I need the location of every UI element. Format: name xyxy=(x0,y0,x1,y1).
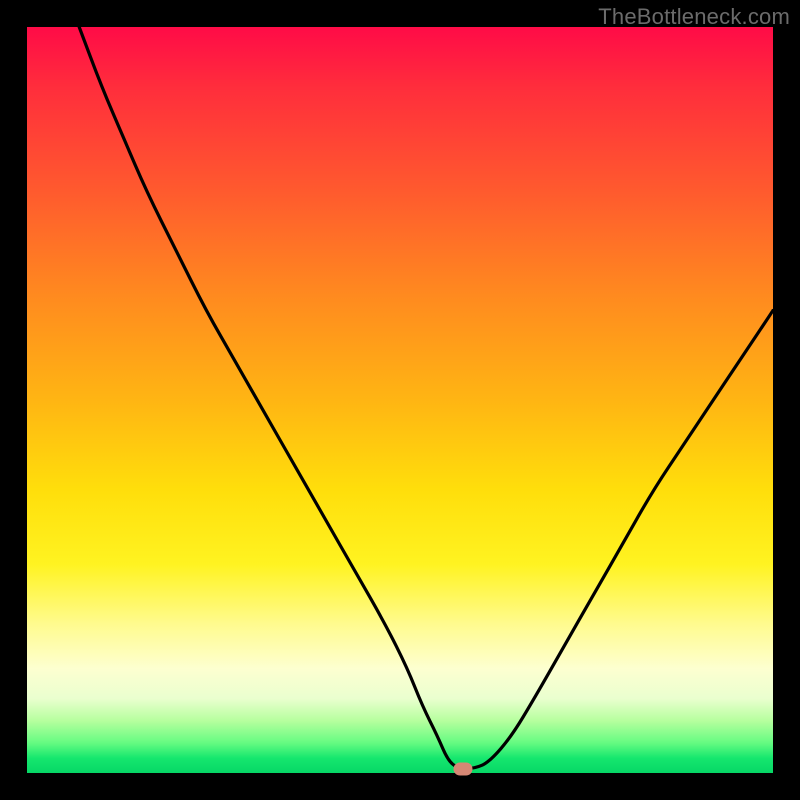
plot-area xyxy=(27,27,773,773)
watermark-text: TheBottleneck.com xyxy=(598,4,790,30)
chart-frame: TheBottleneck.com xyxy=(0,0,800,800)
bottleneck-curve xyxy=(27,27,773,773)
optimum-marker xyxy=(454,762,473,775)
curve-path xyxy=(79,27,773,769)
